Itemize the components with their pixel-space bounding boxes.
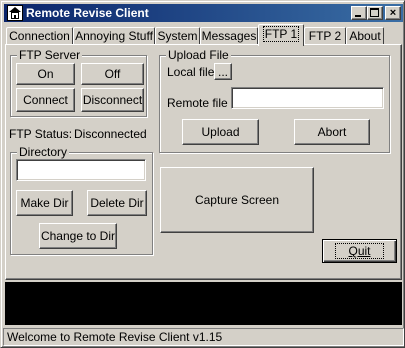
change-to-dir-button[interactable]: Change to Dir bbox=[39, 223, 117, 249]
button-label: Off bbox=[104, 67, 121, 81]
tab-label: Connection bbox=[9, 29, 70, 43]
tab-annoying-stuff[interactable]: Annoying Stuff bbox=[73, 27, 155, 45]
quit-button[interactable]: Quit bbox=[322, 239, 397, 263]
button-label: Make Dir bbox=[20, 196, 69, 210]
tab-label: Messages bbox=[201, 29, 257, 43]
upload-file-group-label: Upload File bbox=[166, 48, 231, 62]
local-file-label: Local file bbox=[167, 65, 215, 79]
window-title: Remote Revise Client bbox=[26, 6, 149, 20]
tab-label: FTP 1 bbox=[262, 26, 300, 42]
browse-local-file-button[interactable]: ... bbox=[214, 63, 232, 80]
upload-button[interactable]: Upload bbox=[182, 119, 259, 145]
status-bar: Welcome to Remote Revise Client v1.15 bbox=[3, 328, 404, 346]
ftp-server-group-label: FTP Server bbox=[17, 48, 83, 62]
close-button[interactable]: × bbox=[385, 6, 401, 20]
tab-label: About bbox=[349, 29, 381, 43]
output-console bbox=[5, 282, 402, 325]
minimize-button[interactable] bbox=[351, 6, 367, 20]
directory-group-label: Directory bbox=[17, 145, 70, 159]
capture-screen-button[interactable]: Capture Screen bbox=[160, 167, 314, 233]
button-label: On bbox=[37, 67, 54, 81]
button-label: Disconnect bbox=[82, 93, 143, 107]
disconnect-button[interactable]: Disconnect bbox=[81, 88, 144, 112]
directory-input[interactable] bbox=[16, 159, 146, 181]
button-label: ... bbox=[217, 64, 228, 79]
tab-about[interactable]: About bbox=[346, 27, 384, 45]
title-bar[interactable]: Remote Revise Client × bbox=[4, 4, 403, 22]
maximize-icon bbox=[370, 8, 379, 17]
main-window: Remote Revise Client × Connection Annoyi… bbox=[0, 0, 405, 348]
tab-label: Annoying Stuff bbox=[75, 29, 153, 43]
tab-ftp-1[interactable]: FTP 1 bbox=[258, 24, 304, 46]
tab-connection[interactable]: Connection bbox=[6, 27, 73, 45]
status-text: Welcome to Remote Revise Client v1.15 bbox=[7, 330, 223, 344]
maximize-button[interactable] bbox=[367, 6, 383, 20]
remote-file-label: Remote file bbox=[167, 96, 228, 110]
button-label: Delete Dir bbox=[90, 196, 144, 210]
tab-messages[interactable]: Messages bbox=[200, 27, 258, 45]
button-label: Capture Screen bbox=[194, 193, 280, 207]
make-dir-button[interactable]: Make Dir bbox=[16, 190, 73, 216]
tab-ftp-2[interactable]: FTP 2 bbox=[304, 27, 346, 45]
house-icon[interactable] bbox=[7, 5, 23, 21]
button-label: Upload bbox=[201, 125, 240, 139]
button-label: Abort bbox=[317, 125, 347, 139]
off-button[interactable]: Off bbox=[81, 63, 144, 85]
connect-button[interactable]: Connect bbox=[16, 88, 75, 112]
on-button[interactable]: On bbox=[16, 63, 75, 85]
button-label: Connect bbox=[23, 93, 68, 107]
tab-label: System bbox=[157, 29, 198, 43]
minimize-icon bbox=[355, 15, 361, 17]
button-label: Change to Dir bbox=[40, 229, 116, 243]
remote-file-input[interactable] bbox=[231, 87, 384, 109]
tab-system[interactable]: System bbox=[155, 27, 200, 45]
delete-dir-button[interactable]: Delete Dir bbox=[87, 190, 147, 216]
abort-button[interactable]: Abort bbox=[294, 119, 370, 145]
button-label: Quit bbox=[335, 243, 384, 259]
ftp-status-label: FTP Status: bbox=[9, 127, 73, 141]
close-icon: × bbox=[389, 7, 397, 19]
tab-label: FTP 2 bbox=[308, 29, 342, 43]
ftp-status-value: Disconnected bbox=[74, 127, 147, 141]
